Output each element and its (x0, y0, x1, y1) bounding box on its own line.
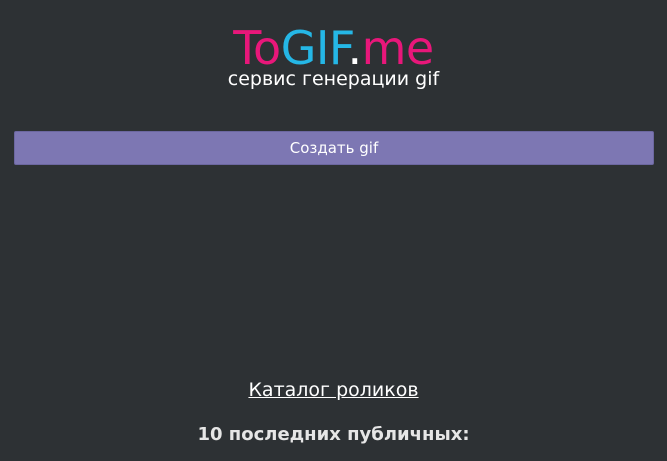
catalog-link-container: Каталог роликов (0, 378, 667, 402)
page: ToGIF.me сервис генерации gif Создать gi… (0, 0, 667, 461)
site-tagline: сервис генерации gif (227, 68, 440, 90)
catalog-link[interactable]: Каталог роликов (248, 379, 418, 401)
create-gif-button[interactable]: Создать gif (14, 131, 654, 165)
recent-public-heading: 10 последних публичных: (197, 424, 470, 445)
